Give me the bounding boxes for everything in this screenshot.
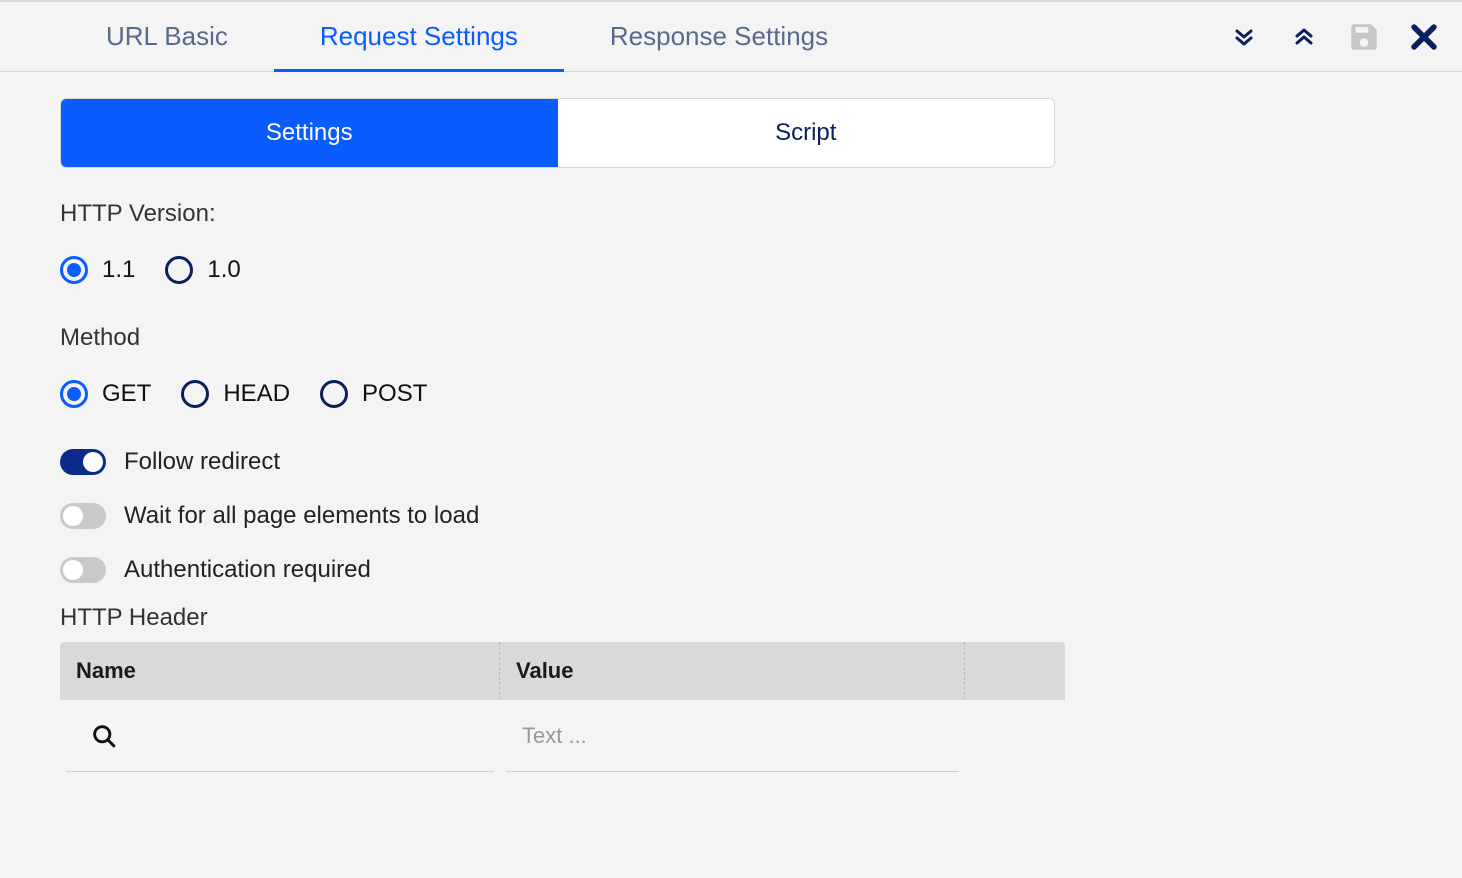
method-label: Method — [60, 324, 1402, 352]
close-icon — [1407, 20, 1441, 54]
radio-label: 1.1 — [102, 256, 135, 284]
header-name-cell[interactable] — [66, 700, 494, 772]
header-value-cell — [506, 700, 959, 772]
radio-indicator — [60, 380, 88, 408]
segmented-control: Settings Script — [60, 98, 1055, 168]
tab-response-settings[interactable]: Response Settings — [564, 2, 874, 71]
save-icon — [1347, 20, 1381, 54]
topbar-actions — [1226, 19, 1442, 55]
collapse-up-button[interactable] — [1286, 19, 1322, 55]
content: Settings Script HTTP Version: 1.1 1.0 Me… — [0, 72, 1462, 798]
toggle-label: Authentication required — [124, 556, 371, 584]
http-version-label: HTTP Version: — [60, 200, 1402, 228]
http-header-label: HTTP Header — [60, 604, 1402, 632]
radio-get[interactable]: GET — [60, 380, 151, 408]
toggle-follow-redirect-row: Follow redirect — [60, 448, 1402, 476]
radio-indicator — [320, 380, 348, 408]
topbar: URL Basic Request Settings Response Sett… — [0, 0, 1462, 72]
segment-settings[interactable]: Settings — [61, 99, 558, 167]
radio-label: 1.0 — [207, 256, 240, 284]
segment-label: Script — [775, 119, 836, 146]
tab-request-settings[interactable]: Request Settings — [274, 2, 564, 71]
radio-http-1-0[interactable]: 1.0 — [165, 256, 240, 284]
http-header-table: Name Value — [60, 642, 1065, 772]
toggle-auth-required[interactable] — [60, 557, 106, 583]
header-value-input[interactable] — [522, 723, 943, 749]
save-button[interactable] — [1346, 19, 1382, 55]
radio-indicator — [60, 256, 88, 284]
method-radios: GET HEAD POST — [60, 380, 1402, 408]
segment-script[interactable]: Script — [558, 99, 1055, 167]
tab-label: Response Settings — [610, 21, 828, 52]
double-chevron-up-icon — [1292, 25, 1316, 49]
table-header: Name Value — [60, 642, 1065, 700]
radio-label: GET — [102, 380, 151, 408]
table-row — [60, 700, 1065, 772]
radio-indicator — [165, 256, 193, 284]
toggle-auth-required-row: Authentication required — [60, 556, 1402, 584]
toggle-wait-elements[interactable] — [60, 503, 106, 529]
radio-http-1-1[interactable]: 1.1 — [60, 256, 135, 284]
toggle-label: Follow redirect — [124, 448, 280, 476]
close-button[interactable] — [1406, 19, 1442, 55]
toggle-wait-elements-row: Wait for all page elements to load — [60, 502, 1402, 530]
radio-head[interactable]: HEAD — [181, 380, 290, 408]
segment-label: Settings — [266, 119, 353, 146]
http-version-radios: 1.1 1.0 — [60, 256, 1402, 284]
tab-url-basic[interactable]: URL Basic — [60, 2, 274, 71]
main-tabs: URL Basic Request Settings Response Sett… — [0, 2, 1226, 71]
toggle-label: Wait for all page elements to load — [124, 502, 479, 530]
radio-indicator — [181, 380, 209, 408]
column-value: Value — [500, 642, 965, 700]
tab-label: Request Settings — [320, 21, 518, 52]
search-icon — [90, 722, 118, 750]
toggle-follow-redirect[interactable] — [60, 449, 106, 475]
tab-label: URL Basic — [106, 21, 228, 52]
radio-label: POST — [362, 380, 427, 408]
radio-label: HEAD — [223, 380, 290, 408]
double-chevron-down-icon — [1232, 25, 1256, 49]
row-actions-cell — [971, 700, 1059, 772]
column-name: Name — [60, 642, 500, 700]
expand-down-button[interactable] — [1226, 19, 1262, 55]
radio-post[interactable]: POST — [320, 380, 427, 408]
